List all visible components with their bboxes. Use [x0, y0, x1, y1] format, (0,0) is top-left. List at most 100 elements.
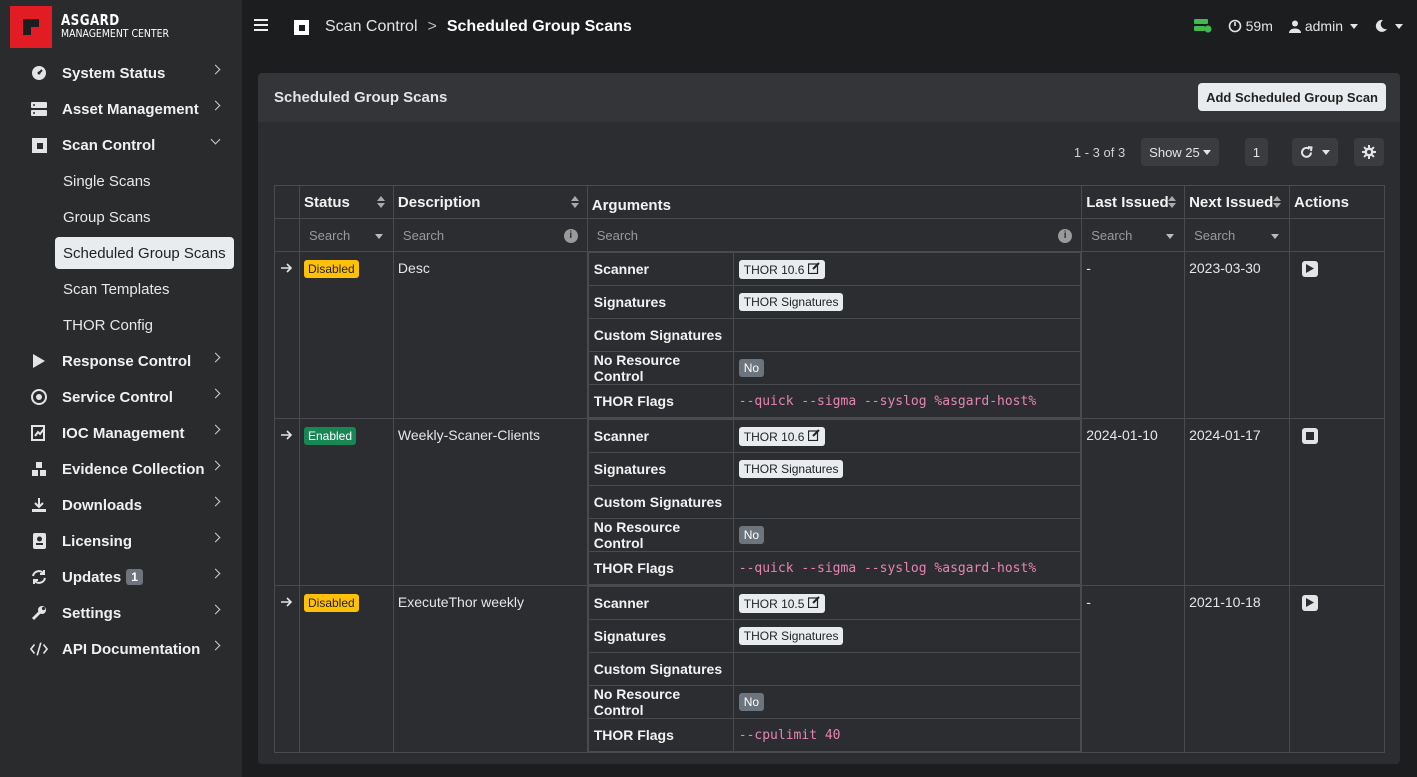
sort-icon — [1273, 196, 1281, 208]
sidebar-item-api-documentation[interactable]: API Documentation — [0, 631, 242, 667]
sidebar-subitem-group-scans[interactable]: Group Scans — [0, 199, 242, 235]
expand-row-icon[interactable] — [274, 251, 300, 419]
sidebar-item-system-status[interactable]: System Status — [0, 55, 242, 91]
scanner-tag[interactable]: THOR 10.6 — [738, 426, 825, 446]
description-search-input[interactable]: Search i — [392, 218, 588, 252]
last-issued-filter[interactable]: Search — [1081, 218, 1186, 252]
description-column-header[interactable]: Description — [392, 185, 588, 219]
page-size-label: Show 25 — [1149, 144, 1200, 160]
moon-icon — [1375, 19, 1387, 32]
server-status-icon[interactable] — [1193, 19, 1212, 33]
sidebar-nav: System Status Asset Management Scan Cont… — [0, 55, 242, 667]
chevron-right-icon — [210, 388, 221, 399]
result-count: 1 - 3 of 3 — [1073, 144, 1126, 160]
status-filter[interactable]: Search — [298, 218, 394, 252]
arg-key: Custom Signatures — [587, 485, 734, 519]
sidebar-subitem-thor-config[interactable]: THOR Config — [0, 307, 242, 343]
status-badge: Disabled — [303, 594, 359, 612]
next-issued-column-header[interactable]: Next Issued — [1184, 185, 1290, 219]
arg-key: Signatures — [587, 452, 734, 486]
table-row: Enabled Weekly-Scaner-Clients Scanner THO… — [274, 418, 1385, 586]
refresh-button[interactable] — [1292, 138, 1338, 166]
last-issued-cell: - — [1081, 251, 1186, 419]
user-menu[interactable]: admin — [1288, 18, 1358, 34]
sidebar-item-downloads[interactable]: Downloads — [0, 487, 242, 523]
download-icon — [30, 496, 48, 514]
next-issued-filter[interactable]: Search — [1184, 218, 1290, 252]
page-button[interactable]: 1 — [1244, 138, 1268, 166]
sidebar-item-service-control[interactable]: Service Control — [0, 379, 242, 415]
sidebar-item-response-control[interactable]: Response Control — [0, 343, 242, 379]
settings-button[interactable] — [1354, 138, 1384, 166]
expand-row-icon[interactable] — [274, 418, 300, 586]
arg-key: No Resource Control — [587, 518, 734, 552]
logo-icon — [10, 6, 52, 48]
page-size-dropdown[interactable]: Show 25 — [1141, 138, 1219, 166]
arg-key: THOR Flags — [587, 718, 734, 752]
timer-icon — [1228, 19, 1241, 33]
arguments-search-input[interactable]: Search i — [586, 218, 1083, 252]
no-resource-control-badge: No — [738, 693, 765, 711]
chevron-right-icon — [210, 640, 221, 651]
sidebar-item-settings[interactable]: Settings — [0, 595, 242, 631]
file-chart-icon — [30, 424, 48, 442]
scanner-tag[interactable]: THOR 10.5 — [738, 593, 825, 613]
breadcrumb-parent[interactable]: Scan Control — [325, 18, 418, 36]
sidebar-item-label: IOC Management — [62, 424, 185, 442]
logo[interactable]: ASGARD MANAGEMENT CENTER — [10, 6, 188, 48]
session-timer[interactable]: 59m — [1228, 18, 1273, 34]
play-button[interactable] — [1302, 260, 1318, 277]
chevron-right-icon — [210, 100, 221, 111]
sidebar-item-scan-control[interactable]: Scan Control — [0, 127, 242, 163]
logo-line2: MANAGEMENT CENTER — [61, 27, 170, 40]
arg-key: THOR Flags — [587, 384, 734, 418]
chevron-right-icon — [210, 496, 221, 507]
sidebar-item-licensing[interactable]: Licensing — [0, 523, 242, 559]
thor-flags-value: --quick --sigma --syslog %asgard-host% — [732, 384, 1082, 418]
sidebar-item-label: Downloads — [62, 496, 143, 514]
add-scheduled-group-scan-button[interactable]: Add Scheduled Group Scan — [1198, 83, 1386, 111]
chevron-right-icon — [210, 424, 221, 435]
custom-signatures-value — [732, 485, 1082, 519]
sidebar-subitem-scan-templates[interactable]: Scan Templates — [0, 271, 242, 307]
signatures-tag: THOR Signatures — [738, 460, 844, 478]
sidebar-subitem-single-scans[interactable]: Single Scans — [0, 163, 242, 199]
last-issued-cell: 2024-01-10 — [1081, 418, 1186, 586]
card-title: Scheduled Group Scans — [274, 89, 448, 106]
caret-down-icon — [1350, 23, 1358, 29]
target-icon — [30, 388, 48, 406]
chevron-right-icon — [210, 604, 221, 615]
actions-column-header: Actions — [1289, 185, 1385, 219]
sidebar-item-ioc-management[interactable]: IOC Management — [0, 415, 242, 451]
breadcrumb-separator: > — [427, 18, 437, 35]
chevron-right-icon — [210, 532, 221, 543]
arguments-table: Scanner THOR 10.5 Signatures THOR Signatur… — [587, 586, 1082, 752]
arguments-table: Scanner THOR 10.6 Signatures THOR Signatur… — [587, 419, 1082, 585]
last-issued-column-header[interactable]: Last Issued — [1081, 185, 1186, 219]
info-icon[interactable]: i — [563, 229, 578, 243]
theme-toggle[interactable] — [1374, 19, 1403, 33]
sidebar-item-updates[interactable]: Updates 1 — [0, 559, 242, 595]
play-button[interactable] — [1302, 594, 1318, 611]
expand-row-icon[interactable] — [274, 585, 300, 753]
sidebar-item-evidence-collection[interactable]: Evidence Collection — [0, 451, 242, 487]
server-icon — [30, 100, 48, 118]
status-column-header[interactable]: Status — [298, 185, 394, 219]
chevron-right-icon — [210, 568, 221, 579]
arg-key: Scanner — [587, 252, 734, 286]
scheduled-group-scans-card: Scheduled Group Scans Add Scheduled Grou… — [258, 73, 1400, 764]
sidebar-item-label: System Status — [62, 64, 166, 82]
hamburger-menu-icon[interactable] — [254, 19, 268, 33]
sidebar-item-asset-management[interactable]: Asset Management — [0, 91, 242, 127]
scheduled-scans-table: Status Description Arguments Last Issued… — [274, 185, 1385, 753]
stop-button[interactable] — [1302, 428, 1318, 444]
info-icon[interactable]: i — [1058, 229, 1073, 243]
caret-down-icon — [1395, 23, 1403, 29]
no-resource-control-badge: No — [738, 359, 765, 377]
scanner-tag[interactable]: THOR 10.6 — [738, 259, 825, 279]
edit-icon — [807, 261, 820, 274]
no-resource-control-badge: No — [738, 526, 765, 544]
play-icon — [1306, 598, 1314, 607]
sidebar-subitem-scheduled-group-scans[interactable]: Scheduled Group Scans — [55, 237, 234, 269]
description-cell: Weekly-Scaner-Clients — [392, 418, 588, 586]
